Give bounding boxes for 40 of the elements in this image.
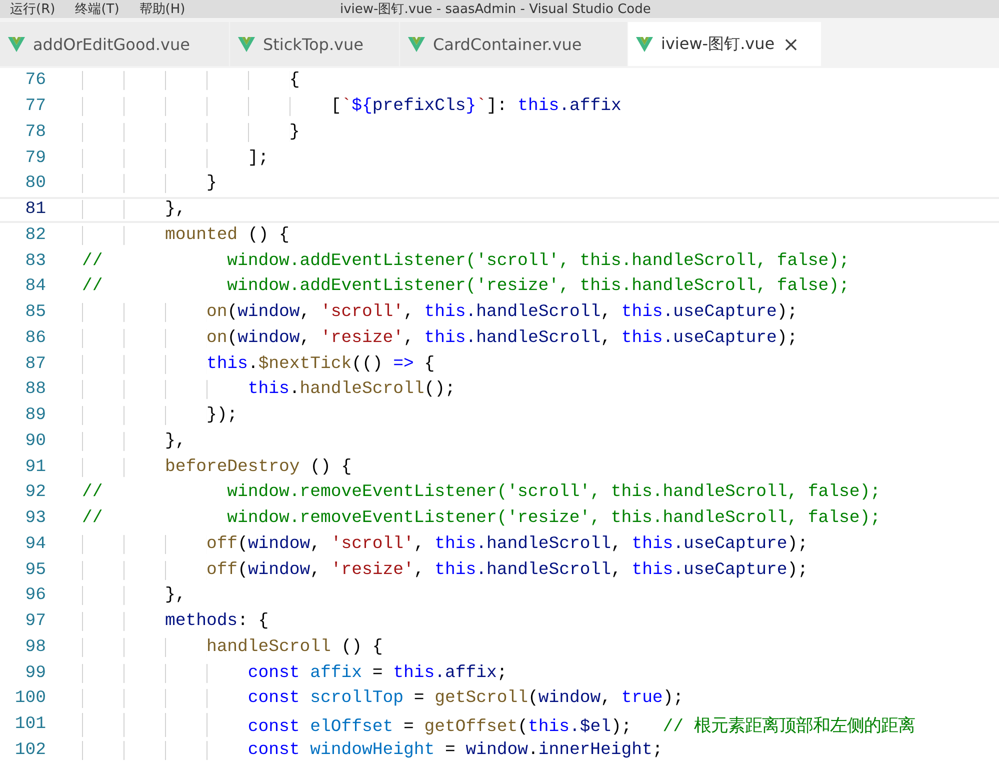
close-icon[interactable]: ×	[782, 34, 800, 54]
line-number: 77	[24, 97, 47, 116]
editor-tab[interactable]: CardContainer.vue	[400, 22, 628, 66]
line-number: 102	[14, 740, 47, 760]
line-number: 76	[24, 71, 47, 90]
line-number: 100	[14, 689, 47, 708]
line-number: 88	[24, 380, 47, 400]
line-number: 91	[24, 458, 47, 477]
menu-item[interactable]: 运行(R)	[0, 0, 66, 18]
vue-file-icon	[8, 36, 25, 52]
vue-file-icon	[238, 36, 255, 52]
line-number: 96	[24, 586, 47, 606]
vue-file-icon	[636, 36, 653, 52]
editor-tab[interactable]: iview-图钉.vue ×	[628, 22, 822, 66]
line-number: 85	[24, 303, 47, 322]
line-number: 101	[14, 715, 47, 734]
line-number: 80	[24, 174, 47, 194]
line-number: 93	[24, 509, 47, 528]
line-number: 95	[24, 560, 47, 580]
line-number: 92	[24, 483, 47, 502]
line-number: 84	[24, 277, 47, 296]
line-number: 90	[24, 432, 47, 451]
line-number: 82	[24, 226, 47, 245]
vue-file-icon	[408, 36, 425, 52]
line-number: 87	[24, 354, 47, 374]
menu-item[interactable]: 终端(T)	[65, 0, 130, 18]
line-number: 98	[24, 638, 47, 657]
line-number: 94	[24, 534, 47, 554]
line-number: 89	[24, 406, 47, 426]
menu-item[interactable]: 帮助(H)	[129, 0, 196, 18]
line-number: 97	[24, 612, 47, 632]
editor-tab[interactable]: StickTop.vue	[230, 22, 400, 66]
line-number: 79	[24, 148, 47, 168]
window-title: iview-图钉.vue - saasAdmin - Visual Studio Code	[340, 1, 651, 18]
line-number: 78	[24, 122, 47, 142]
line-number: 83	[24, 252, 47, 271]
line-number: 81	[24, 200, 47, 220]
line-number: 99	[24, 664, 47, 683]
editor-tab[interactable]: addOrEditGood.vue	[0, 22, 230, 66]
line-number: 86	[24, 328, 47, 348]
